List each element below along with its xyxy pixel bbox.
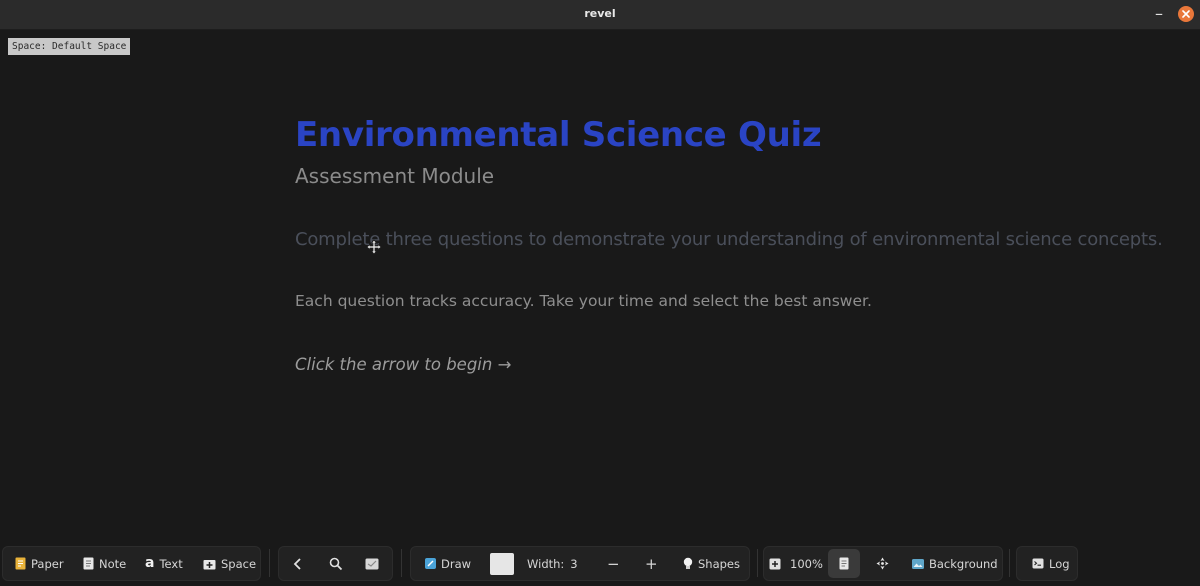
move-cursor-icon <box>366 239 382 255</box>
paper-label: Paper <box>31 556 64 571</box>
sticky-note-icon <box>365 558 379 569</box>
view-toolbar-group: 100% Background <box>763 546 1003 581</box>
space-button[interactable]: Space <box>203 547 256 580</box>
background-label: Background <box>929 556 998 571</box>
width-increase-button[interactable]: + <box>645 547 658 580</box>
lightbulb-icon <box>683 557 693 569</box>
background-button[interactable]: Background <box>912 547 998 580</box>
page-title[interactable]: Environmental Science Quiz <box>295 115 822 155</box>
plus-icon: + <box>645 554 658 573</box>
note-label: Note <box>99 556 127 571</box>
minimize-button[interactable]: – <box>1153 5 1165 23</box>
window-title: revel <box>584 7 616 20</box>
navigation-toolbar-group <box>278 546 393 581</box>
recenter-button[interactable] <box>876 547 889 580</box>
shapes-button[interactable]: Shapes <box>683 547 740 580</box>
window-titlebar: revel – <box>0 0 1200 30</box>
close-button[interactable] <box>1178 6 1194 22</box>
begin-prompt[interactable]: Click the arrow to begin → <box>295 355 511 374</box>
insert-toolbar-group: Paper Note a Text Space <box>2 546 261 581</box>
width-decrease-button[interactable]: − <box>607 547 620 580</box>
shapes-label: Shapes <box>698 556 741 571</box>
draw-icon <box>425 558 436 569</box>
terminal-icon <box>1032 558 1044 569</box>
toolbar-divider <box>757 549 758 577</box>
toolbar-divider <box>1009 549 1010 577</box>
sticky-note-button[interactable] <box>365 547 379 580</box>
log-button[interactable]: Log <box>1032 547 1070 580</box>
text-button[interactable]: a Text <box>145 547 183 580</box>
note-icon <box>83 557 94 570</box>
instructions-text[interactable]: Each question tracks accuracy. Take your… <box>295 292 872 310</box>
page-subtitle[interactable]: Assessment Module <box>295 164 494 188</box>
zoom-in-icon <box>769 558 781 569</box>
width-label: Width: <box>527 556 565 571</box>
bottom-toolbar: Paper Note a Text Space Draw Width: 3 − … <box>0 541 1200 586</box>
width-readout: Width: 3 <box>527 547 578 580</box>
draw-button[interactable]: Draw <box>425 547 471 580</box>
crosshair-icon <box>876 557 889 570</box>
text-icon: a <box>145 554 155 571</box>
add-space-icon <box>203 559 216 569</box>
page-view-button[interactable] <box>828 549 860 578</box>
toolbar-divider <box>269 549 270 577</box>
draw-toolbar-group: Draw Width: 3 − + Shapes <box>410 546 750 581</box>
zoom-level: 100% <box>790 556 823 571</box>
page-icon <box>839 557 849 570</box>
close-icon <box>1182 10 1190 18</box>
log-label: Log <box>1049 556 1070 571</box>
draw-label: Draw <box>441 556 472 571</box>
paper-button[interactable]: Paper <box>15 547 64 580</box>
note-button[interactable]: Note <box>83 547 126 580</box>
image-icon <box>912 558 924 569</box>
log-toolbar-group: Log <box>1016 546 1078 581</box>
paper-icon <box>15 557 26 570</box>
canvas[interactable] <box>0 31 1200 541</box>
chevron-left-icon <box>293 557 301 570</box>
back-button[interactable] <box>293 547 303 580</box>
zoom-control[interactable]: 100% <box>769 547 823 580</box>
search-icon <box>329 557 343 570</box>
space-label-button: Space <box>221 556 257 571</box>
color-swatch[interactable] <box>490 553 514 575</box>
text-label: Text <box>159 556 183 571</box>
width-value: 3 <box>570 556 578 571</box>
intro-text[interactable]: Complete three questions to demonstrate … <box>295 229 1163 250</box>
minus-icon: − <box>607 554 620 573</box>
search-button[interactable] <box>329 547 343 580</box>
toolbar-divider <box>401 549 402 577</box>
